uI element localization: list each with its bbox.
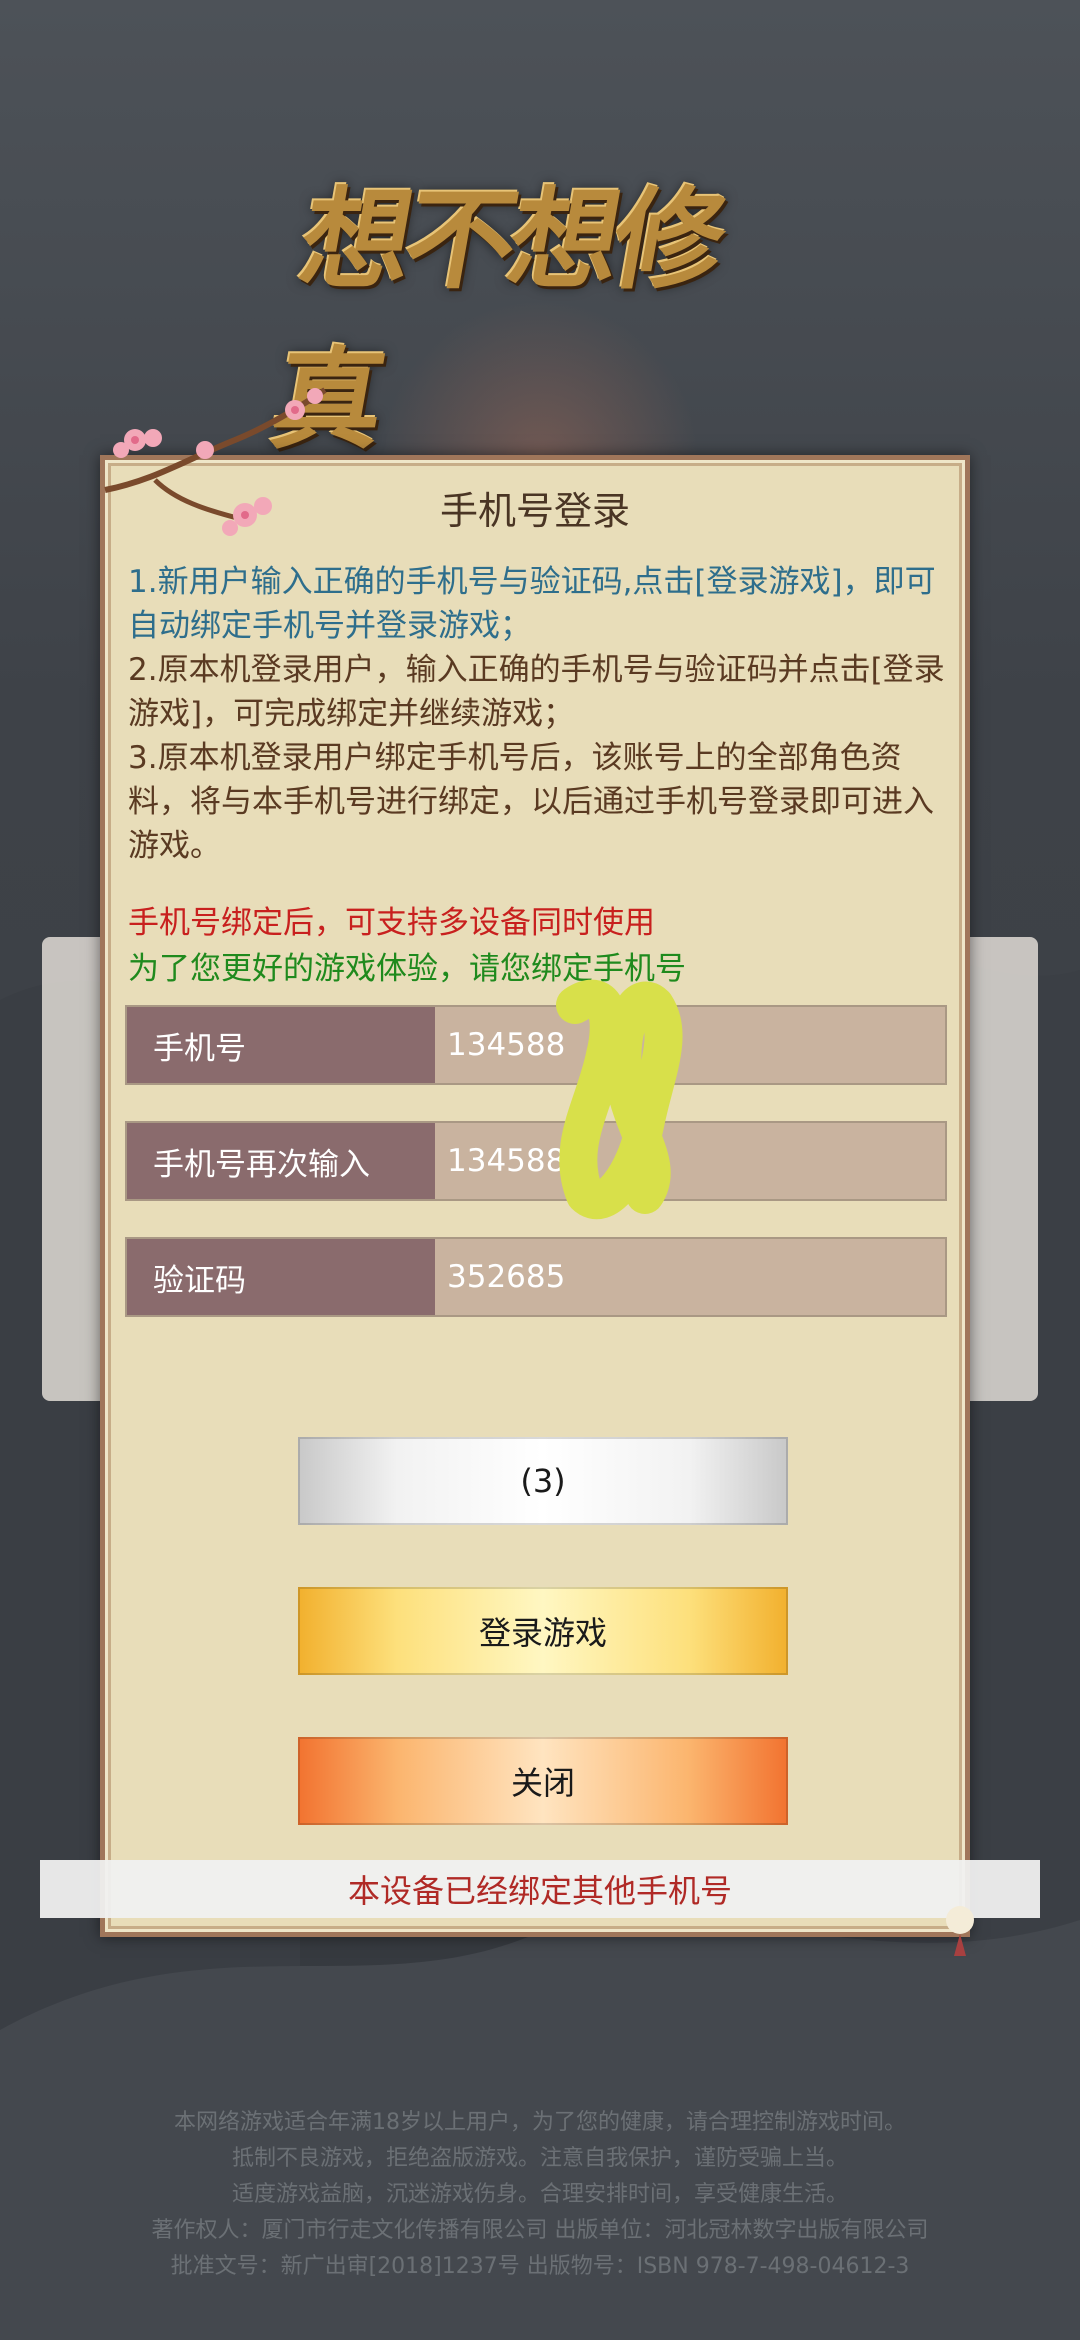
- phone-label: 手机号: [127, 1007, 435, 1083]
- login-notice: 1.新用户输入正确的手机号与验证码,点击[登录游戏]，即可自动绑定手机号并登录游…: [128, 560, 958, 868]
- verification-code-label: 验证码: [127, 1239, 435, 1315]
- toast-message: 本设备已经绑定其他手机号: [40, 1860, 1040, 1918]
- verification-code-input[interactable]: 352685: [435, 1239, 945, 1315]
- phone-repeat-field: 手机号再次输入 134588: [125, 1121, 947, 1201]
- plum-blossom-icon: [104, 387, 327, 536]
- footer-line-5: 批准文号：新广出审[2018]1237号 出版物号：ISBN 978-7-498…: [170, 2254, 910, 2279]
- game-logo-text: 想不想修真: [262, 175, 730, 464]
- phone-login-dialog: 手机号登录 1.新用户输入正确的手机号与验证码,点击[登录游戏]，即可自动绑定手…: [100, 455, 970, 1937]
- phone-repeat-input[interactable]: 134588: [435, 1123, 945, 1199]
- notice-item-3: 3.原本机登录用户绑定手机号后，该账号上的全部角色资料，将与本手机号进行绑定，以…: [128, 740, 934, 864]
- notice-item-2: 2.原本机登录用户，输入正确的手机号与验证码并点击[登录游戏]，可完成绑定并继续…: [128, 652, 945, 732]
- login-game-button[interactable]: 登录游戏: [298, 1587, 788, 1675]
- verification-code-field: 验证码 352685: [125, 1237, 947, 1317]
- footer-line-4: 著作权人：厦门市行走文化传播有限公司 出版单位：河北冠林数字出版有限公司: [151, 2218, 929, 2243]
- countdown-button[interactable]: (3): [298, 1437, 788, 1525]
- footer-line-2: 抵制不良游戏，拒绝盗版游戏。注意自我保护，谨防受骗上当。: [231, 2146, 848, 2171]
- phone-field: 手机号 134588: [125, 1005, 947, 1085]
- phone-repeat-label: 手机号再次输入: [127, 1123, 435, 1199]
- footer-line-1: 本网络游戏适合年满18岁以上用户，为了您的健康，请合理控制游戏时间。: [174, 2110, 906, 2135]
- game-logo: 想不想修真: [263, 175, 790, 464]
- redaction-scribble: [556, 979, 683, 1220]
- ornament-icon: [946, 1906, 974, 1956]
- footer-legal: 本网络游戏适合年满18岁以上用户，为了您的健康，请合理控制游戏时间。 抵制不良游…: [0, 2105, 1080, 2285]
- footer-line-3: 适度游戏益脑，沉迷游戏伤身。合理安排时间，享受健康生活。: [231, 2182, 848, 2207]
- close-button[interactable]: 关闭: [298, 1737, 788, 1825]
- multi-device-notice: 手机号绑定后，可支持多设备同时使用: [128, 905, 655, 941]
- phone-input[interactable]: 134588: [435, 1007, 945, 1083]
